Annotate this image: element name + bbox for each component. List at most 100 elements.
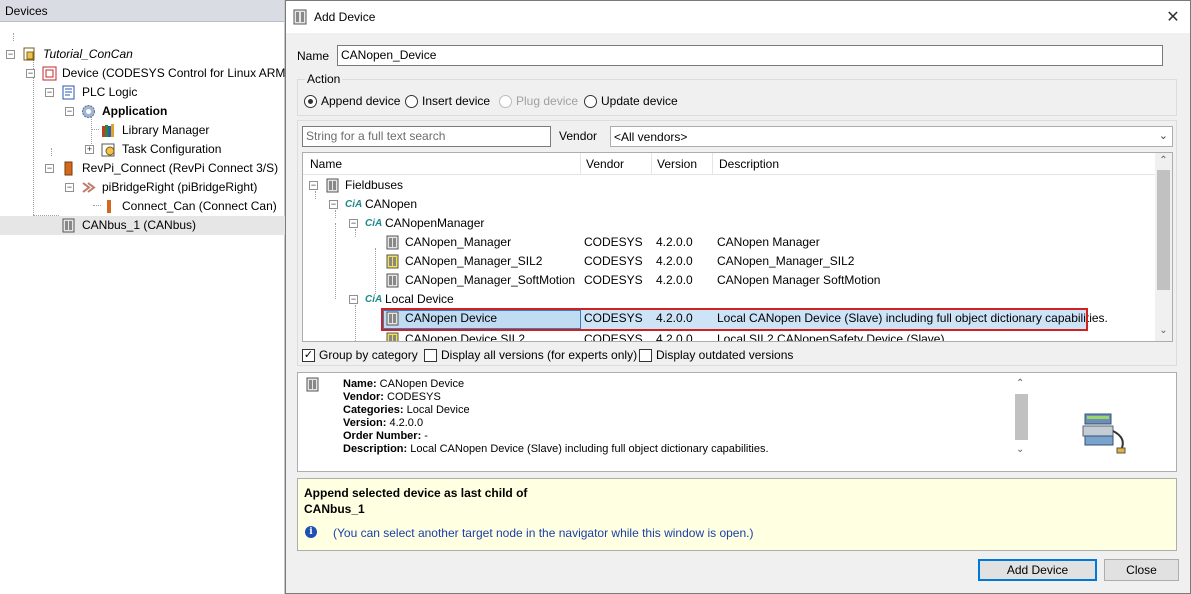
collapse-toggle-icon[interactable]: − — [26, 69, 35, 78]
collapse-toggle-icon[interactable]: − — [45, 164, 54, 173]
name-label: Name — [297, 49, 330, 63]
scrollbar-thumb[interactable] — [1015, 394, 1028, 440]
list-item-version: 4.2.0.0 — [656, 332, 693, 342]
list-item-canopen-manager-sil2[interactable]: CANopen_Manager_SIL2 CODESYS 4.2.0.0 CAN… — [303, 252, 1155, 271]
tree-item-label: Task Configuration — [122, 142, 222, 156]
tree-item-label: PLC Logic — [82, 85, 138, 99]
device-safety-icon — [385, 332, 400, 341]
scroll-down-icon[interactable]: ⌄ — [1016, 444, 1024, 455]
column-header-version[interactable]: Version — [657, 157, 697, 171]
list-item-canopen-manager-softmotion[interactable]: CANopen_Manager_SoftMotion CODESYS 4.2.0… — [303, 271, 1155, 290]
info-key: Order Number: — [343, 430, 422, 442]
list-item-canopen[interactable]: − CiA CANopen — [303, 195, 1155, 214]
column-header-vendor[interactable]: Vendor — [586, 157, 624, 171]
tree-item-application[interactable]: − Application — [0, 102, 285, 121]
tree-item-tutorial-concan[interactable]: − Tutorial_ConCan — [0, 45, 285, 64]
device-name-input[interactable]: CANopen_Device — [337, 45, 1163, 66]
scrollbar-thumb[interactable] — [1157, 170, 1170, 290]
radio-checked-icon — [304, 95, 317, 109]
radio-unchecked-icon — [584, 95, 597, 109]
column-header-name[interactable]: Name — [310, 157, 342, 171]
tree-item-task-configuration[interactable]: + Task Configuration — [0, 140, 285, 159]
tree-item-label: Tutorial_ConCan — [43, 47, 133, 61]
note-hint-text: (You can select another target node in t… — [333, 526, 754, 540]
info-key: Version: — [343, 417, 387, 429]
radio-label: Plug device — [516, 94, 579, 108]
collapse-toggle-icon[interactable]: − — [309, 181, 318, 190]
scroll-up-icon[interactable]: ⌃ — [1155, 155, 1172, 166]
tree-item-label: Library Manager — [122, 123, 210, 137]
info-key: Categories: — [343, 404, 404, 416]
note-target-name: CANbus_1 — [304, 502, 365, 516]
folder-device-icon — [325, 178, 340, 193]
add-device-button[interactable]: Add Device — [978, 559, 1097, 581]
list-item-description: CANopen_Manager_SIL2 — [717, 254, 855, 268]
chevron-down-icon: ⌄ — [1158, 130, 1168, 142]
display-outdated-versions-checkbox[interactable]: Display outdated versions — [639, 348, 794, 363]
search-input[interactable]: String for a full text search — [302, 126, 551, 147]
list-item-canopen-device-sil2[interactable]: CANopen Device SIL2 CODESYS 4.2.0.0 Loca… — [303, 330, 1155, 342]
devices-panel: Devices − Tutorial_ConCan − Device (CODE… — [0, 0, 307, 594]
vendor-label: Vendor — [559, 129, 598, 143]
list-item-canopenmanager[interactable]: − CiA CANopenManager — [303, 214, 1155, 233]
collapse-toggle-icon[interactable]: − — [6, 50, 15, 59]
list-item-local-device[interactable]: − CiA Local Device — [303, 290, 1155, 309]
close-button[interactable]: Close — [1104, 559, 1179, 581]
scroll-down-icon[interactable]: ⌄ — [1155, 325, 1172, 336]
collapse-toggle-icon[interactable]: − — [349, 295, 358, 304]
device-image — [1041, 376, 1161, 470]
list-item-name: Local Device — [385, 292, 454, 306]
device-icon — [42, 66, 57, 81]
scroll-up-icon[interactable]: ⌃ — [1016, 378, 1024, 389]
list-item-version: 4.2.0.0 — [656, 235, 693, 249]
cia-icon: CiA — [365, 218, 383, 229]
insert-device-radio[interactable]: Insert device — [405, 94, 490, 109]
update-device-radio[interactable]: Update device — [584, 94, 678, 109]
checkbox-label: Display outdated versions — [656, 348, 794, 362]
list-item-name: CANopen_Manager_SIL2 — [405, 254, 543, 268]
device-module-icon — [385, 273, 400, 288]
column-header-description[interactable]: Description — [719, 157, 779, 171]
radio-unchecked-icon — [405, 95, 418, 109]
device-info-scrollbar[interactable]: ⌃ ⌄ — [1013, 378, 1030, 462]
device-list-scrollbar[interactable]: ⌃ ⌄ — [1155, 153, 1172, 341]
device-module-icon — [305, 377, 320, 395]
close-icon[interactable]: ✕ — [1164, 7, 1182, 27]
tree-item-label: CANbus_1 (CANbus) — [82, 218, 197, 232]
tree-item-library-manager[interactable]: Library Manager — [0, 121, 285, 140]
display-all-versions-checkbox[interactable]: Display all versions (for experts only) — [424, 348, 637, 363]
tree-item-canbus-1[interactable]: CANbus_1 (CANbus) — [0, 216, 285, 235]
list-item-vendor: CODESYS — [584, 273, 643, 287]
device-info-text: Name: CANopen Device Vendor: CODESYS Cat… — [343, 378, 769, 456]
tree-item-revpi-connect[interactable]: − RevPi_Connect (RevPi Connect 3/S) — [0, 159, 285, 178]
list-item-fieldbuses[interactable]: − Fieldbuses — [303, 176, 1155, 195]
info-value: Local Device — [403, 404, 470, 416]
append-device-radio[interactable]: Append device — [304, 94, 400, 109]
list-item-canopen-manager[interactable]: CANopen_Manager CODESYS 4.2.0.0 CANopen … — [303, 233, 1155, 252]
collapse-toggle-icon[interactable]: − — [65, 107, 74, 116]
cia-icon: CiA — [365, 294, 383, 305]
tree-item-device[interactable]: − Device (CODESYS Control for Linux ARM … — [0, 64, 307, 83]
collapse-toggle-icon[interactable]: − — [329, 200, 338, 209]
info-key: Vendor: — [343, 391, 384, 403]
dialog-titlebar: Add Device ✕ — [286, 1, 1190, 33]
collapse-toggle-icon[interactable]: − — [349, 219, 358, 228]
info-key: Name: — [343, 378, 377, 390]
plc-logic-icon — [61, 85, 76, 100]
group-by-category-checkbox[interactable]: ✓ Group by category — [302, 348, 418, 363]
tree-item-plc-logic[interactable]: − PLC Logic — [0, 83, 285, 102]
task-configuration-icon — [101, 142, 116, 157]
vendor-select-value: <All vendors> — [614, 130, 688, 144]
vendor-select[interactable]: <All vendors> ⌄ — [610, 126, 1173, 147]
tree-item-connect-can[interactable]: Connect_Can (Connect Can) — [0, 197, 285, 216]
collapse-toggle-icon[interactable]: − — [45, 88, 54, 97]
tree-item-pibridgeright[interactable]: − piBridgeRight (piBridgeRight) — [0, 178, 285, 197]
checkmark-icon: ✓ — [302, 349, 315, 363]
list-item-name: Fieldbuses — [345, 178, 404, 192]
list-item-vendor: CODESYS — [584, 254, 643, 268]
radio-unchecked-icon — [499, 95, 512, 109]
expand-toggle-icon[interactable]: + — [85, 145, 94, 154]
info-value: CANopen Device — [376, 378, 465, 390]
list-item-version: 4.2.0.0 — [656, 254, 693, 268]
collapse-toggle-icon[interactable]: − — [65, 183, 74, 192]
